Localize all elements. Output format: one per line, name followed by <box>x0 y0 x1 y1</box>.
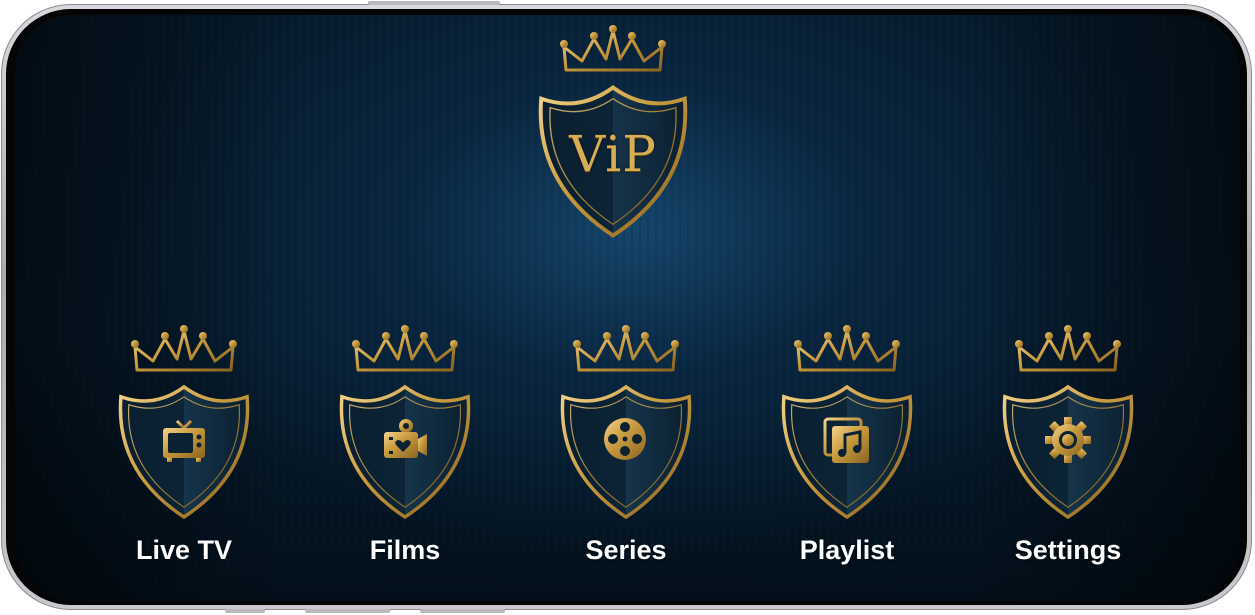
menu-label-series: Series <box>585 535 667 565</box>
music-playlist-icon <box>823 417 869 463</box>
power-button <box>225 609 265 613</box>
side-button <box>420 609 505 613</box>
side-button <box>305 609 390 613</box>
camera-icon <box>384 419 427 458</box>
menu-label-settings: Settings <box>1014 535 1122 565</box>
menu-label-films: Films <box>369 535 441 565</box>
menu-label-playlist: Playlist <box>799 535 895 565</box>
logo-text: ViP <box>569 125 657 183</box>
film-reel-icon <box>604 418 651 461</box>
menu-live-tv[interactable]: Live TV <box>109 325 259 575</box>
menu-label-live-tv: Live TV <box>135 535 233 565</box>
menu-settings[interactable]: Settings <box>993 325 1143 575</box>
menu-playlist[interactable]: Playlist <box>772 325 922 575</box>
gear-icon <box>1045 417 1091 463</box>
menu-films[interactable]: Films <box>330 325 480 575</box>
volume-button <box>368 1 500 5</box>
menu-series[interactable]: Series <box>551 325 701 575</box>
tv-icon <box>163 419 205 462</box>
vip-logo: ViP <box>533 25 693 240</box>
